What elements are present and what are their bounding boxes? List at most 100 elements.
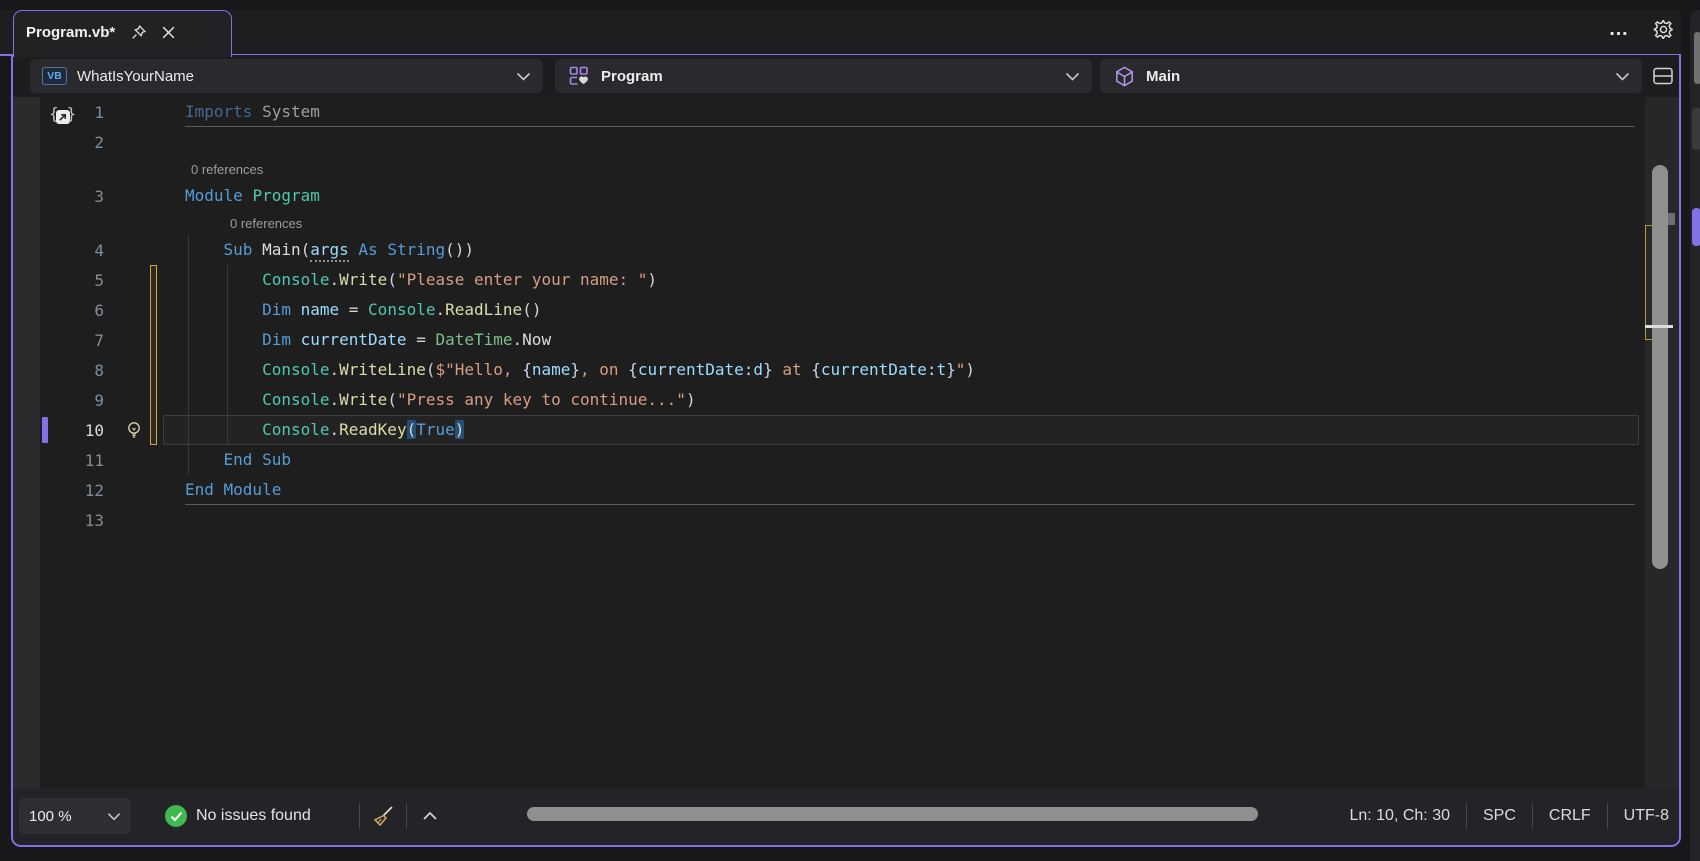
project-dropdown[interactable]: VB WhatIsYourName	[30, 59, 543, 93]
code-token: )	[455, 420, 465, 439]
line-number: 2	[40, 133, 104, 152]
chevron-up-icon[interactable]	[417, 803, 443, 829]
member-dropdown[interactable]: Main	[1100, 59, 1642, 93]
line-number: 10	[40, 421, 104, 440]
code-token: {	[628, 360, 638, 379]
code-token: ()	[522, 300, 541, 319]
code-token: .	[330, 420, 340, 439]
line-number: 13	[40, 511, 104, 530]
code-text: Console.Write("Press any key to continue…	[185, 385, 696, 415]
code-token: Console	[262, 360, 329, 379]
code-token: "Press any key to continue..."	[397, 390, 686, 409]
code-text: Module Program	[185, 181, 320, 211]
code-token: True	[416, 420, 455, 439]
code-line-3[interactable]: 3Module Program	[13, 181, 1679, 211]
code-line-10[interactable]: 10 Console.ReadKey(True)	[13, 415, 1679, 445]
code-token: currentDate	[638, 360, 744, 379]
code-token: .	[330, 270, 340, 289]
change-tracking-bar	[150, 265, 157, 445]
lightbulb-icon[interactable]	[122, 418, 146, 442]
statusbar-right: Ln: 10, Ch: 30 SPC CRLF UTF-8	[1349, 798, 1669, 834]
horizontal-scrollbar-thumb[interactable]	[527, 807, 1258, 821]
close-icon[interactable]	[153, 19, 183, 45]
code-token: , on	[580, 360, 628, 379]
line-number: 12	[40, 481, 104, 500]
code-cleanup-broom-icon[interactable]	[370, 803, 396, 829]
line-number: 6	[40, 301, 104, 320]
codelens-references[interactable]: 0 references	[191, 162, 263, 177]
zoom-dropdown[interactable]: 100 %	[19, 798, 131, 834]
code-token: (	[301, 240, 311, 259]
code-line-4[interactable]: 4 Sub Main(args As String())	[13, 235, 1679, 265]
issues-indicator[interactable]: No issues found	[165, 798, 311, 834]
code-line-13[interactable]: 13	[13, 505, 1679, 535]
member-dropdown-label: Main	[1146, 68, 1180, 85]
caret-position[interactable]: Ln: 10, Ch: 30	[1349, 807, 1450, 825]
codelens-references[interactable]: 0 references	[230, 216, 302, 231]
code-token: Console	[262, 270, 329, 289]
code-line-9[interactable]: 9 Console.Write("Press any key to contin…	[13, 385, 1679, 415]
code-line-11[interactable]: 11 End Sub	[13, 445, 1679, 475]
indentation-mode[interactable]: SPC	[1483, 807, 1516, 825]
chevron-down-icon	[107, 812, 121, 821]
code-token: Console	[368, 300, 435, 319]
code-token: =	[407, 330, 436, 349]
code-line-12[interactable]: 12End Module	[13, 475, 1679, 505]
code-token: DateTime	[435, 330, 512, 349]
code-token: "Please enter your name: "	[397, 270, 647, 289]
code-token	[185, 390, 262, 409]
code-line-2[interactable]: 2	[13, 127, 1679, 157]
code-token	[185, 330, 262, 349]
code-token: $"Hello,	[435, 360, 522, 379]
code-token	[185, 240, 224, 259]
code-token: t	[936, 360, 946, 379]
code-line-1[interactable]: 1Imports System	[13, 97, 1679, 127]
code-token	[185, 420, 262, 439]
no-issues-check-icon	[165, 805, 187, 827]
line-number: 4	[40, 241, 104, 260]
code-text: Imports System	[185, 97, 320, 127]
type-dropdown[interactable]: Program	[555, 59, 1092, 93]
code-token: Now	[522, 330, 551, 349]
chevron-down-icon	[516, 72, 531, 81]
code-token: currentDate	[291, 330, 407, 349]
code-line-5[interactable]: 5 Console.Write("Please enter your name:…	[13, 265, 1679, 295]
more-options-button[interactable]: …	[1604, 14, 1634, 44]
code-token: End Sub	[224, 450, 291, 469]
code-line-8[interactable]: 8 Console.WriteLine($"Hello, {name}, on …	[13, 355, 1679, 385]
code-token: name	[532, 360, 571, 379]
adjacent-panel-fragment	[1692, 108, 1700, 150]
method-cube-icon	[1112, 64, 1136, 88]
code-token	[349, 240, 359, 259]
code-token	[185, 300, 262, 319]
code-token: )	[686, 390, 696, 409]
line-ending[interactable]: CRLF	[1549, 807, 1591, 825]
window-toolbar: …	[1604, 14, 1678, 44]
line-number: 5	[40, 271, 104, 290]
codelens-row: 0 references	[13, 157, 1679, 181]
split-window-icon[interactable]	[1649, 63, 1677, 89]
pin-icon[interactable]	[123, 19, 153, 45]
code-token: )	[647, 270, 657, 289]
code-token: currentDate	[821, 360, 927, 379]
imports-braces-icon[interactable]: { }	[49, 100, 89, 126]
code-line-7[interactable]: 7 Dim currentDate = DateTime.Now	[13, 325, 1679, 355]
vertical-scrollbar[interactable]	[1645, 97, 1679, 790]
zoom-level: 100 %	[29, 808, 72, 825]
code-editor[interactable]: { } 1Imports System 2 0 references 3Module …	[13, 97, 1679, 790]
code-token: Dim	[262, 330, 291, 349]
code-line-6[interactable]: 6 Dim name = Console.ReadLine()	[13, 295, 1679, 325]
module-icon	[567, 64, 591, 88]
encoding[interactable]: UTF-8	[1624, 807, 1669, 825]
code-token	[243, 186, 253, 205]
adjacent-panel-edge	[1683, 0, 1700, 861]
codelens-row: 0 references	[13, 211, 1679, 235]
code-token: .	[330, 360, 340, 379]
type-dropdown-label: Program	[601, 68, 663, 85]
line-number: 7	[40, 331, 104, 350]
tab-program-vb[interactable]: Program.vb*	[13, 10, 232, 57]
code-token: Sub	[224, 240, 253, 259]
gear-icon[interactable]	[1648, 14, 1678, 44]
code-token: .	[330, 390, 340, 409]
vertical-scrollbar-thumb[interactable]	[1652, 165, 1668, 569]
